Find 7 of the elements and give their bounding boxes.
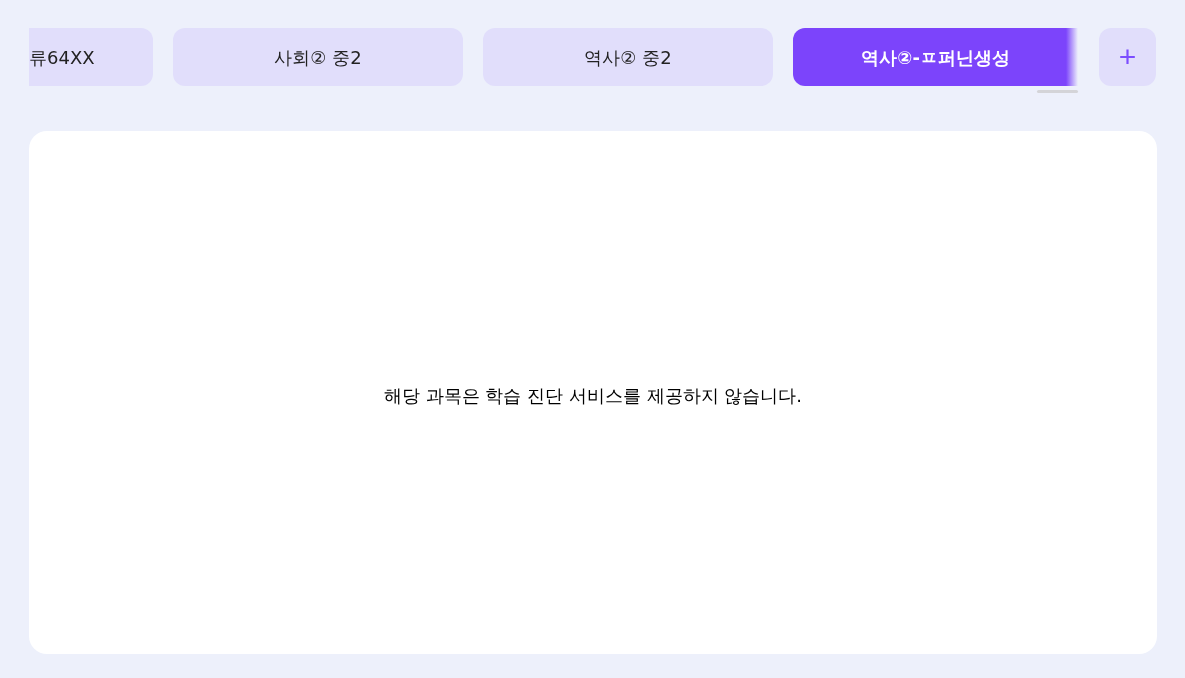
subject-tab[interactable]: 역사②-ㅍ퍼닌생성 — [793, 28, 1078, 86]
subject-tab[interactable]: 역사② 중2 — [483, 28, 773, 86]
add-tab-button[interactable]: + — [1099, 28, 1156, 86]
subject-tab[interactable]: 사회② 중2 — [173, 28, 463, 86]
empty-message: 해당 과목은 학습 진단 서비스를 제공하지 않습니다. — [383, 384, 803, 408]
subject-tab[interactable]: 류64XX — [29, 28, 153, 86]
scrollbar-thumb[interactable] — [1037, 90, 1078, 93]
